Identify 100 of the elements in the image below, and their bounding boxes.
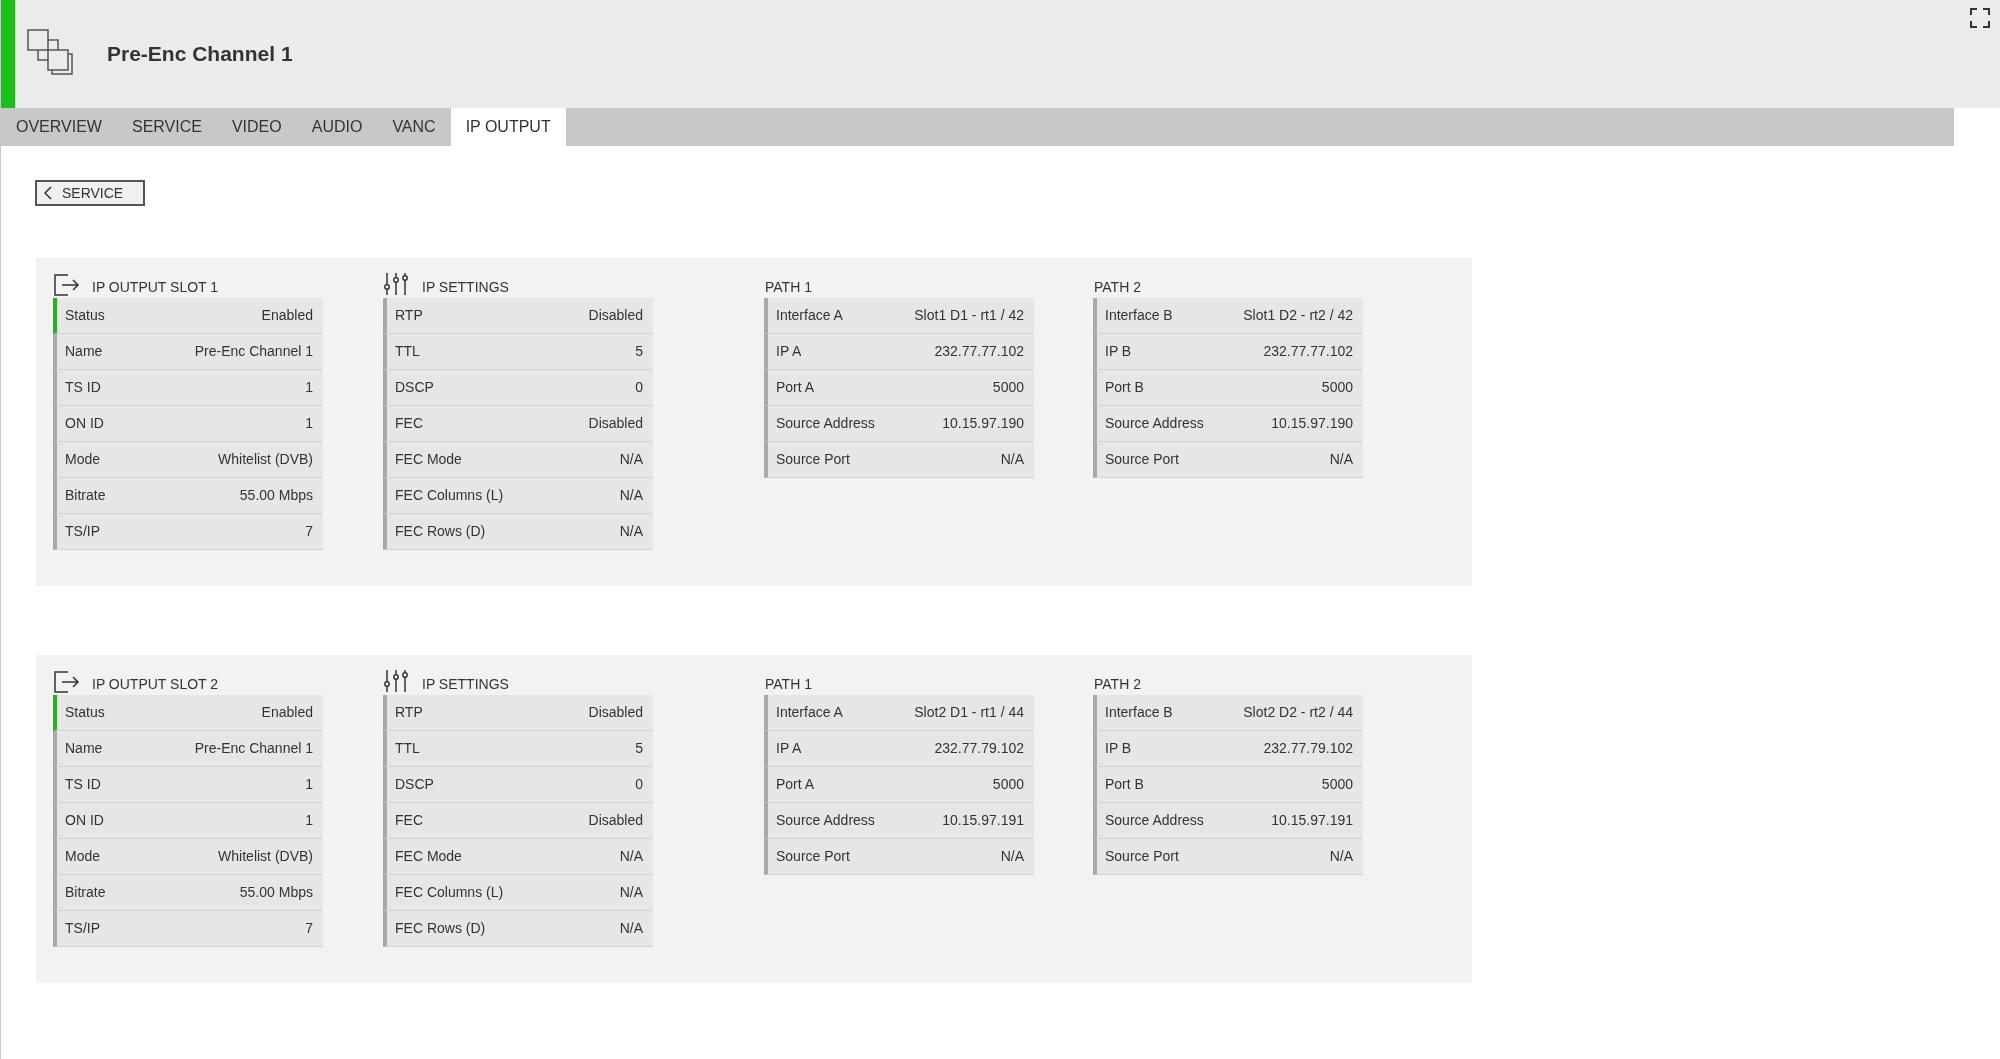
back-button[interactable]: SERVICE <box>35 180 145 206</box>
panel-title: PATH 1 <box>765 677 812 693</box>
property-value: 10.15.97.190 <box>942 414 1024 433</box>
fullscreen-icon[interactable] <box>1970 8 1990 28</box>
tab[interactable]: IP OUTPUT <box>450 108 566 146</box>
property-value: N/A <box>1000 450 1024 469</box>
property-label: Source Port <box>1105 847 1179 866</box>
property-value: 7 <box>305 522 313 541</box>
property-label: Mode <box>65 847 101 866</box>
property-label: Interface A <box>776 306 843 325</box>
property-label: Source Port <box>776 450 850 469</box>
property-value: 0 <box>635 378 643 397</box>
property-label: Interface A <box>776 703 843 722</box>
property-label: Port B <box>1105 378 1144 397</box>
property-label: FEC Mode <box>395 450 462 469</box>
property-label: RTP <box>395 703 423 722</box>
property-label: Mode <box>65 450 101 469</box>
property-value: Slot2 D1 - rt1 / 44 <box>914 703 1024 722</box>
property-label: Bitrate <box>65 883 106 902</box>
property-value: 1 <box>305 775 313 794</box>
property-value: Enabled <box>261 306 313 325</box>
property-label: FEC <box>395 811 423 830</box>
property-value: 5000 <box>992 378 1024 397</box>
property-label: TS ID <box>65 378 101 397</box>
property-label: IP A <box>776 739 802 758</box>
property-label: FEC Mode <box>395 847 462 866</box>
page-title: Pre-Enc Channel 1 <box>107 41 293 68</box>
property-value: Whitelist (DVB) <box>218 847 313 866</box>
property-label: FEC Columns (L) <box>395 883 504 902</box>
property-label: DSCP <box>395 378 434 397</box>
property-label: Source Port <box>776 847 850 866</box>
property-value: 0 <box>635 775 643 794</box>
property-label: IP B <box>1105 739 1132 758</box>
property-label: TS/IP <box>65 919 100 938</box>
property-value: N/A <box>619 486 643 505</box>
property-label: Source Address <box>776 414 875 433</box>
property-label: Status <box>65 306 105 325</box>
property-label: FEC Columns (L) <box>395 486 504 505</box>
property-label: TS/IP <box>65 522 100 541</box>
property-value: N/A <box>619 522 643 541</box>
property-value: 1 <box>305 378 313 397</box>
property-value: Enabled <box>261 703 313 722</box>
property-label: RTP <box>395 306 423 325</box>
property-label: Port A <box>776 378 815 397</box>
property-label: Source Address <box>1105 811 1204 830</box>
property-label: Status <box>65 703 105 722</box>
property-label: TTL <box>395 739 420 758</box>
property-value: N/A <box>619 847 643 866</box>
property-value: Disabled <box>588 811 643 830</box>
property-value: 232.77.77.102 <box>1263 342 1353 361</box>
property-label: ON ID <box>65 811 104 830</box>
property-label: Interface B <box>1105 306 1173 325</box>
property-value: 10.15.97.190 <box>1271 414 1353 433</box>
property-label: Port B <box>1105 775 1144 794</box>
property-label: Source Address <box>1105 414 1204 433</box>
property-value: 232.77.77.102 <box>934 342 1024 361</box>
property-value: Disabled <box>588 414 643 433</box>
panel-title: IP OUTPUT SLOT 1 <box>92 280 219 296</box>
property-label: FEC <box>395 414 423 433</box>
property-value: Pre-Enc Channel 1 <box>194 342 313 361</box>
property-value: 5000 <box>1321 775 1353 794</box>
property-value: N/A <box>619 450 643 469</box>
panel-title: IP OUTPUT SLOT 2 <box>92 677 219 693</box>
property-value: 10.15.97.191 <box>942 811 1024 830</box>
property-value: 1 <box>305 811 313 830</box>
sliders-icon <box>384 272 410 296</box>
property-value: 1 <box>305 414 313 433</box>
property-value: 7 <box>305 919 313 938</box>
property-value: N/A <box>619 919 643 938</box>
property-value: 55.00 Mbps <box>239 486 313 505</box>
property-value: N/A <box>1329 847 1353 866</box>
property-label: TTL <box>395 342 420 361</box>
property-label: Source Port <box>1105 450 1179 469</box>
property-label: IP B <box>1105 342 1132 361</box>
property-label: FEC Rows (D) <box>395 919 486 938</box>
property-value: Slot2 D2 - rt2 / 44 <box>1243 703 1353 722</box>
property-label: Bitrate <box>65 486 106 505</box>
property-value: 5 <box>635 342 643 361</box>
exit-arrow-icon <box>54 671 80 693</box>
property-label: TS ID <box>65 775 101 794</box>
property-value: Pre-Enc Channel 1 <box>194 739 313 758</box>
property-label: Name <box>65 739 103 758</box>
panel-title: IP SETTINGS <box>422 677 509 693</box>
property-value: Disabled <box>588 703 643 722</box>
property-value: Slot1 D1 - rt1 / 42 <box>914 306 1024 325</box>
property-label: Source Address <box>776 811 875 830</box>
exit-arrow-icon <box>54 274 80 296</box>
property-label: Port A <box>776 775 815 794</box>
panel-title: PATH 2 <box>1094 677 1141 693</box>
panel-title: IP SETTINGS <box>422 280 509 296</box>
property-label: IP A <box>776 342 802 361</box>
panel-title: PATH 1 <box>765 280 812 296</box>
property-value: Slot1 D2 - rt2 / 42 <box>1243 306 1353 325</box>
property-value: 232.77.79.102 <box>1263 739 1353 758</box>
property-value: 10.15.97.191 <box>1271 811 1353 830</box>
property-value: N/A <box>1000 847 1024 866</box>
property-label: DSCP <box>395 775 434 794</box>
property-value: 5000 <box>992 775 1024 794</box>
property-value: 5000 <box>1321 378 1353 397</box>
property-value: Whitelist (DVB) <box>218 450 313 469</box>
